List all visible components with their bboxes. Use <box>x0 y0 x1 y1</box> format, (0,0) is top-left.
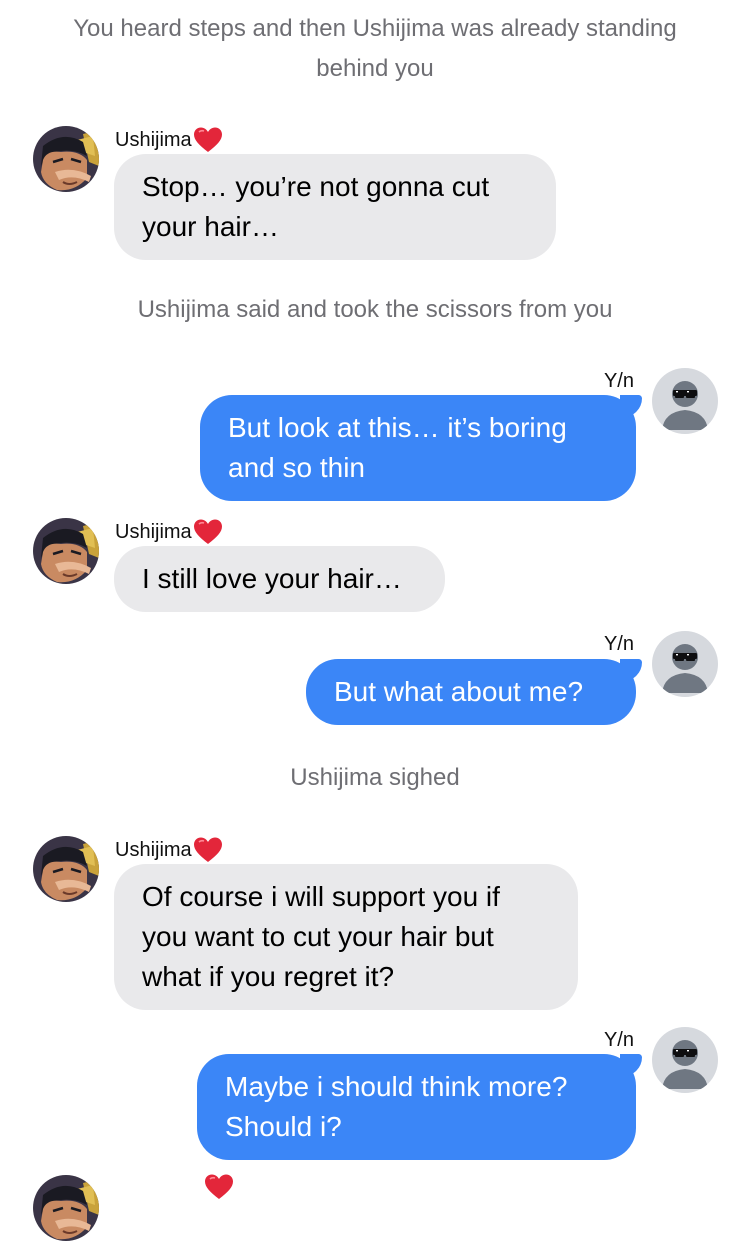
heart-icon <box>193 836 223 864</box>
narration-text: Ushijima said and took the scissors from… <box>137 296 613 323</box>
message-bubble-incoming[interactable]: Stop… you’re not gonna cut your hair… <box>114 154 556 260</box>
heart-icon <box>193 518 223 546</box>
yn-avatar[interactable] <box>652 368 718 434</box>
sender-name: Ushijima <box>115 836 223 864</box>
heart-icon <box>204 1173 234 1201</box>
yn-avatar[interactable] <box>652 1027 718 1093</box>
message-bubble-outgoing[interactable]: But look at this… it’s boring and so thi… <box>200 395 642 501</box>
heart-icon <box>193 126 223 154</box>
message-bubble-incoming[interactable]: I still love your hair… <box>114 546 445 612</box>
sender-name: Ushijima <box>115 126 223 154</box>
ushijima-avatar[interactable] <box>33 1175 99 1241</box>
ushijima-avatar[interactable] <box>33 836 99 902</box>
sender-name: Y/n <box>603 370 634 392</box>
message-bubble-outgoing[interactable]: Maybe i should think more? Should i? <box>197 1054 642 1160</box>
narration-text: You heard steps and then Ushijima was al… <box>73 15 677 82</box>
message-bubble-outgoing[interactable]: But what about me? <box>306 659 642 725</box>
yn-avatar[interactable] <box>652 631 718 697</box>
sender-name: Y/n <box>603 633 634 655</box>
ushijima-avatar[interactable] <box>33 126 99 192</box>
sender-name: Y/n <box>603 1029 634 1051</box>
sender-name: Ushijima <box>115 518 223 546</box>
message-bubble-incoming[interactable]: Of course i will support you if you want… <box>114 864 578 1010</box>
ushijima-avatar[interactable] <box>33 518 99 584</box>
narration-text: Ushijima sighed <box>290 764 460 791</box>
